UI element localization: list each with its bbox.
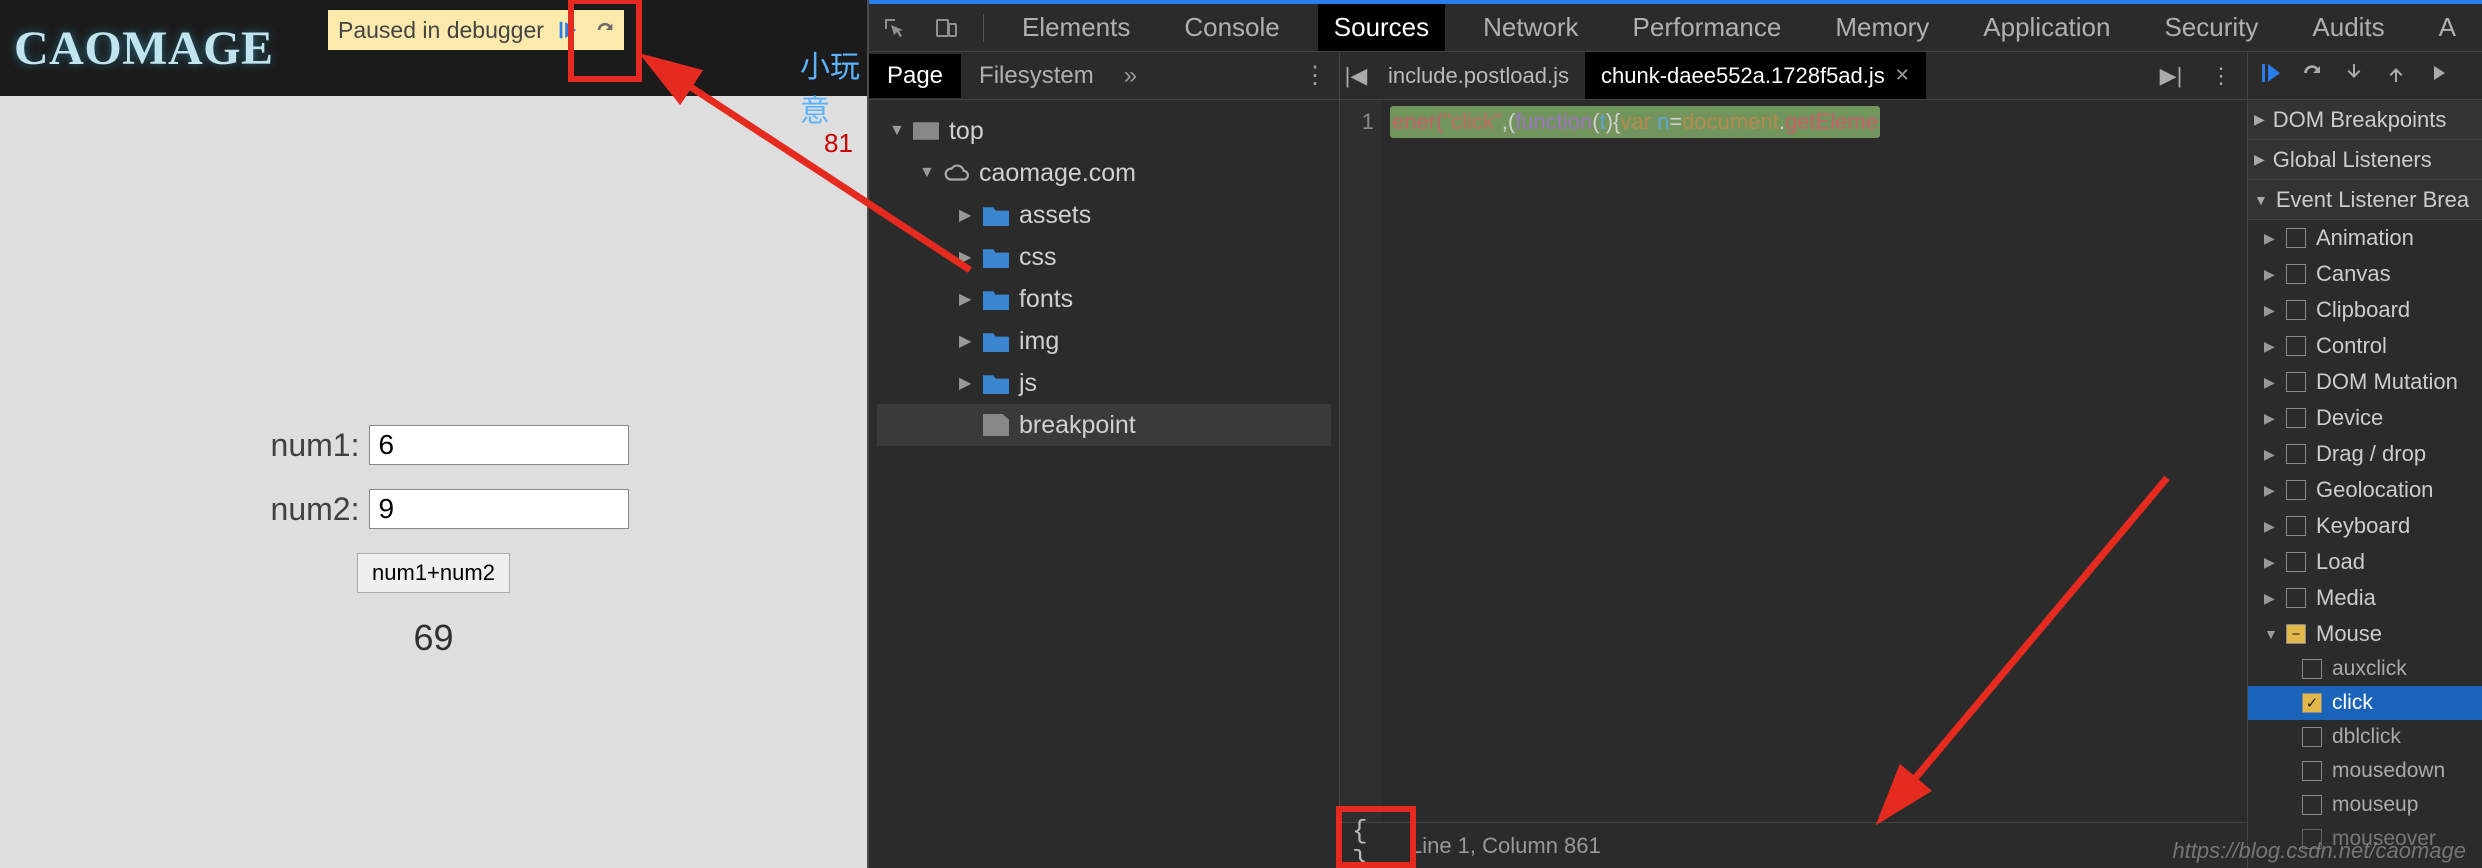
cat-geolocation[interactable]: ▶Geolocation [2248, 472, 2482, 508]
tab-memory[interactable]: Memory [1819, 4, 1945, 51]
tab-performance[interactable]: Performance [1617, 4, 1798, 51]
close-tab-icon[interactable]: ✕ [1895, 65, 1910, 86]
cat-control[interactable]: ▶Control [2248, 328, 2482, 364]
watermark: https://blog.csdn.net/caomage [2172, 838, 2466, 864]
tab-security[interactable]: Security [2148, 4, 2274, 51]
evt-auxclick[interactable]: auxclick [2248, 652, 2482, 686]
num1-label: num1: [237, 427, 359, 464]
resume-icon[interactable] [2258, 61, 2282, 91]
tree-folder[interactable]: ▶js [877, 362, 1331, 404]
num1-input[interactable] [369, 425, 629, 465]
file-icon [983, 414, 1009, 436]
devtools: Elements Console Sources Network Perform… [869, 0, 2482, 868]
nav-prev-icon[interactable]: |◀ [1340, 63, 1372, 89]
evt-mousedown[interactable]: mousedown [2248, 754, 2482, 788]
step-out-icon[interactable] [2384, 61, 2408, 91]
source-tab-active[interactable]: chunk-daee552a.1728f5ad.js✕ [1585, 52, 1926, 99]
annotation-arrow-1 [580, 50, 1000, 310]
sum-button[interactable]: num1+num2 [357, 553, 510, 593]
nav-next-icon[interactable]: ▶| [2155, 63, 2187, 89]
folder-icon [983, 330, 1009, 352]
cursor-status: Line 1, Column 861 [1410, 833, 1601, 859]
cat-keyboard[interactable]: ▶Keyboard [2248, 508, 2482, 544]
section-event-listener[interactable]: ▼Event Listener Brea [2248, 180, 2482, 220]
debugger-sidebar: ▶DOM Breakpoints ▶Global Listeners ▼Even… [2248, 52, 2482, 868]
tree-file[interactable]: breakpoint [877, 404, 1331, 446]
evt-click[interactable]: ✓click [2248, 686, 2482, 720]
debugger-controls [2248, 52, 2482, 100]
logo: CAOMAGE [14, 21, 273, 76]
files-menu-icon[interactable]: ⋮ [1291, 61, 1339, 90]
source-tab[interactable]: include.postload.js [1372, 52, 1585, 99]
cat-canvas[interactable]: ▶Canvas [2248, 256, 2482, 292]
tab-application[interactable]: Application [1967, 4, 2126, 51]
demo-form: num1: num2: num1+num2 69 [237, 425, 629, 659]
tab-network[interactable]: Network [1467, 4, 1594, 51]
inspect-icon[interactable] [879, 13, 909, 43]
section-dom-breakpoints[interactable]: ▶DOM Breakpoints [2248, 100, 2482, 140]
step-over-icon[interactable] [2300, 61, 2324, 91]
annotation-arrow-2 [1847, 448, 2207, 828]
tree-folder[interactable]: ▶img [877, 320, 1331, 362]
tab-elements[interactable]: Elements [1006, 4, 1146, 51]
tab-more[interactable]: A [2423, 4, 2472, 51]
annotation-highlight-1 [568, 0, 642, 82]
step-into-icon[interactable] [2342, 61, 2366, 91]
cat-mouse[interactable]: ▼−Mouse [2248, 616, 2482, 652]
cat-animation[interactable]: ▶Animation [2248, 220, 2482, 256]
folder-icon [983, 372, 1009, 394]
cat-device[interactable]: ▶Device [2248, 400, 2482, 436]
gutter: 1 [1340, 100, 1382, 822]
step-icon[interactable] [2426, 61, 2450, 91]
cat-clipboard[interactable]: ▶Clipboard [2248, 292, 2482, 328]
paused-label: Paused in debugger [338, 17, 544, 44]
source-menu-icon[interactable]: ⋮ [2205, 63, 2237, 89]
devtools-tabbar: Elements Console Sources Network Perform… [869, 0, 2482, 52]
annotation-highlight-2 [1336, 806, 1416, 868]
section-global-listeners[interactable]: ▶Global Listeners [2248, 140, 2482, 180]
cat-load[interactable]: ▶Load [2248, 544, 2482, 580]
evt-dblclick[interactable]: dblclick [2248, 720, 2482, 754]
rendered-page: CAOMAGE Paused in debugger 小玩意 81 num1: [0, 0, 869, 868]
num2-label: num2: [237, 491, 359, 528]
cat-drag-drop[interactable]: ▶Drag / drop [2248, 436, 2482, 472]
tab-console[interactable]: Console [1168, 4, 1295, 51]
cat-media[interactable]: ▶Media [2248, 580, 2482, 616]
device-icon[interactable] [931, 13, 961, 43]
sum-result: 69 [413, 617, 453, 659]
source-editor: |◀ include.postload.js chunk-daee552a.17… [1340, 52, 2248, 868]
cat-dom-mutation[interactable]: ▶DOM Mutation [2248, 364, 2482, 400]
num2-input[interactable] [369, 489, 629, 529]
tab-audits[interactable]: Audits [2296, 4, 2400, 51]
files-tab-more-icon[interactable]: » [1112, 62, 1149, 90]
evt-mouseup[interactable]: mouseup [2248, 788, 2482, 822]
tab-sources[interactable]: Sources [1318, 4, 1445, 51]
